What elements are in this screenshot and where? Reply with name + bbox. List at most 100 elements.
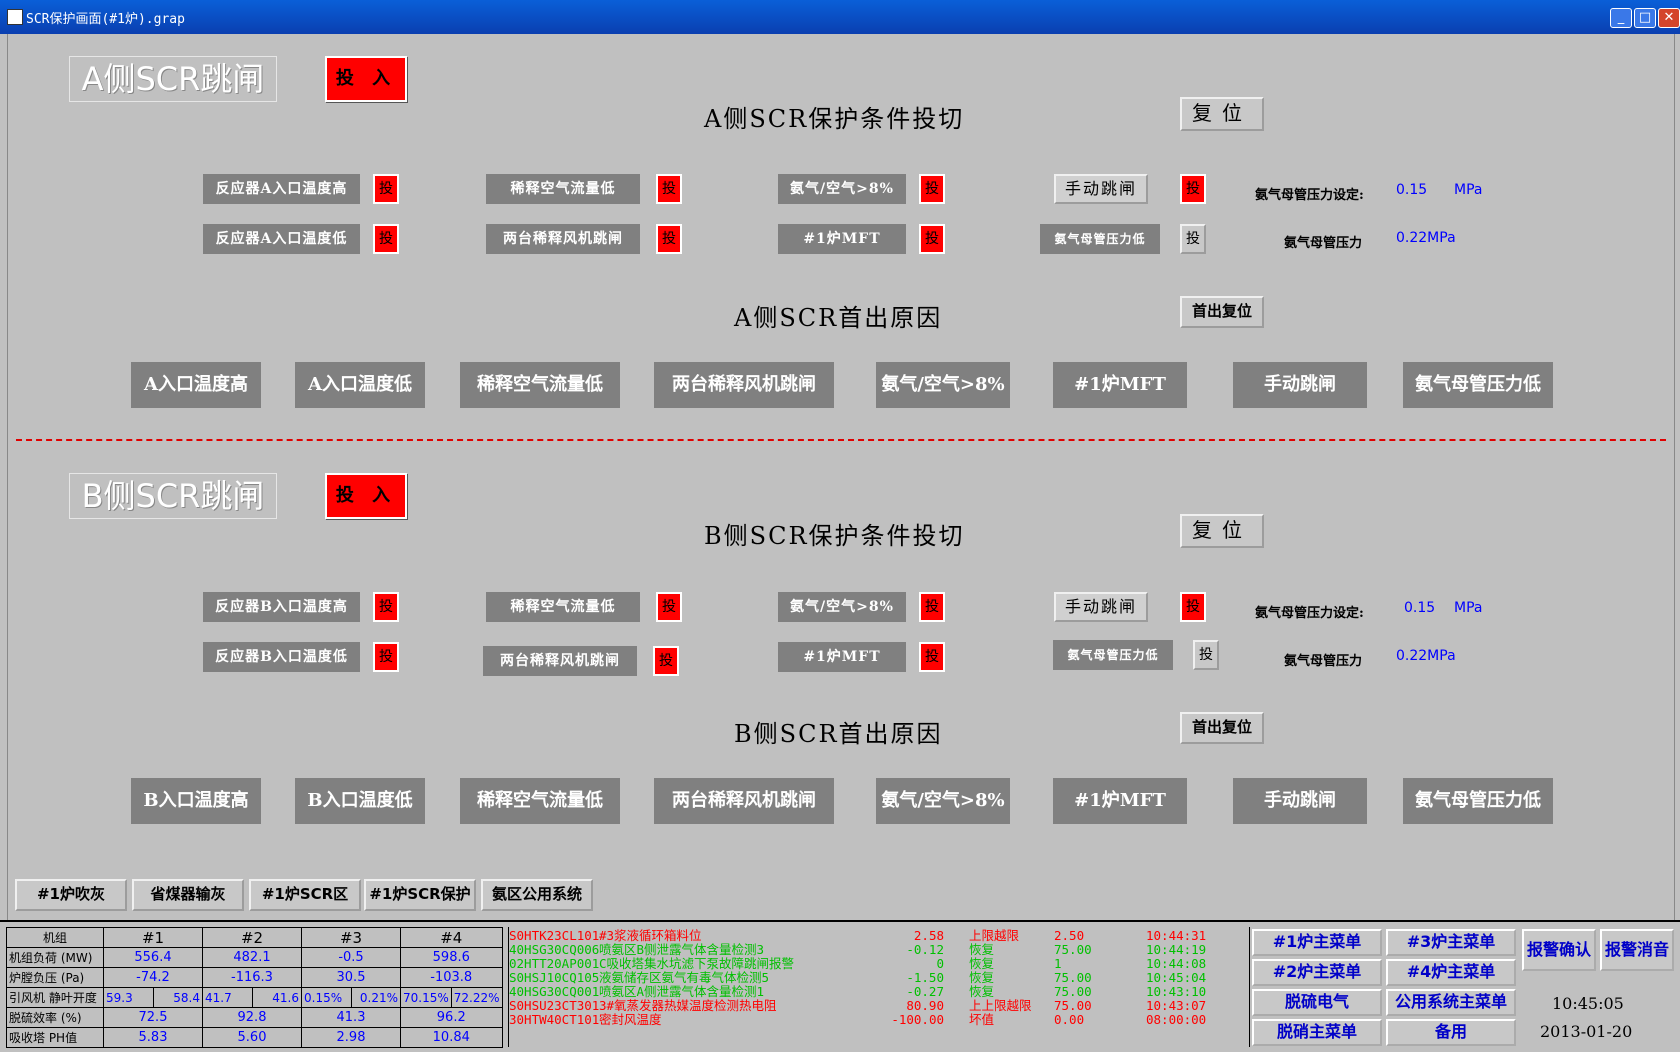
row-label: 机组负荷 (MW) bbox=[6, 947, 104, 968]
side-b-cond-toggle[interactable]: 投 bbox=[919, 592, 945, 622]
cell-value: 96.2 bbox=[400, 1007, 503, 1028]
side-a-cond-toggle[interactable]: 投 bbox=[373, 224, 399, 254]
side-b-cond-label: #1炉MFT bbox=[778, 642, 906, 672]
table-header: #3 bbox=[301, 927, 401, 948]
side-a-cond-toggle[interactable]: 投 bbox=[373, 174, 399, 204]
side-b-first-reset-button[interactable]: 首出复位 bbox=[1180, 712, 1264, 744]
table-row: 吸收塔 PH值 5.83 5.60 2.98 10.84 bbox=[6, 1027, 503, 1048]
alarm-time: 10:43:10 bbox=[1146, 984, 1207, 999]
menu-spare-button[interactable]: 备用 bbox=[1386, 1019, 1516, 1046]
alarm-list[interactable]: S0HTK23CL101 #3浆液循环箱料位 2.58 上限越限 2.50 10… bbox=[508, 927, 1250, 1047]
cell-value: 556.4 bbox=[103, 947, 203, 968]
side-a-title: A侧SCR跳闸 bbox=[69, 56, 277, 102]
side-b-first-cause: 两台稀释风机跳闸 bbox=[654, 778, 834, 824]
side-b-enable-button[interactable]: 投 入 bbox=[325, 473, 407, 519]
cell-value: 41.7 bbox=[202, 987, 253, 1008]
side-b-pressure-set-value: 0.15 bbox=[1404, 600, 1436, 616]
side-a-cond-toggle[interactable]: 投 bbox=[656, 174, 682, 204]
alarm-time: 10:44:31 bbox=[1146, 928, 1207, 943]
alarm-status: 上上限越限 bbox=[969, 998, 1032, 1013]
alarm-time: 10:44:19 bbox=[1146, 942, 1207, 957]
alarm-silence-button[interactable]: 报警消音 bbox=[1600, 929, 1674, 971]
side-a-cond-toggle[interactable]: 投 bbox=[656, 224, 682, 254]
side-a-manual-trip-button[interactable]: 手动跳闸 bbox=[1054, 174, 1148, 204]
cell-value: 5.60 bbox=[202, 1027, 302, 1048]
side-a-cond-toggle[interactable]: 投 bbox=[1180, 174, 1206, 204]
alarm-status: 恢复 bbox=[969, 956, 995, 971]
menu-unit2-button[interactable]: #2炉主菜单 bbox=[1252, 959, 1382, 986]
side-a-enable-button[interactable]: 投 入 bbox=[325, 56, 407, 102]
cell-value: 5.83 bbox=[103, 1027, 203, 1048]
table-row: 炉膛负压 (Pa) -74.2 -116.3 30.5 -103.8 bbox=[6, 967, 503, 988]
menu-unit3-button[interactable]: #3炉主菜单 bbox=[1386, 929, 1516, 956]
cell-value: 0.21% bbox=[350, 987, 401, 1008]
side-a-cond-label: 两台稀释风机跳闸 bbox=[486, 224, 640, 254]
alarm-limit: 75.00 bbox=[1054, 942, 1092, 957]
table-header: #4 bbox=[400, 927, 503, 948]
table-header: #1 bbox=[103, 927, 203, 948]
menu-denitration-button[interactable]: 脱硝主菜单 bbox=[1252, 1019, 1382, 1046]
clock-date: 2013-01-20 bbox=[1540, 1022, 1633, 1041]
alarm-time: 10:43:07 bbox=[1146, 998, 1207, 1013]
menu-unit4-button[interactable]: #4炉主菜单 bbox=[1386, 959, 1516, 986]
table-row: 引风机 静叶开度 59.3 58.4 41.7 41.6 0.15% 0.21%… bbox=[6, 987, 503, 1008]
nav-soot-blowing-button[interactable]: #1炉吹灰 bbox=[15, 879, 127, 911]
side-a-cond-toggle[interactable]: 投 bbox=[1180, 224, 1206, 254]
cell-value: 59.3 bbox=[103, 987, 154, 1008]
close-icon[interactable]: ✕ bbox=[1658, 8, 1680, 28]
cell-value: -0.5 bbox=[301, 947, 401, 968]
section-divider bbox=[16, 439, 1666, 441]
nav-ammonia-system-button[interactable]: 氨区公用系统 bbox=[481, 879, 593, 911]
side-a-first-reset-button[interactable]: 首出复位 bbox=[1180, 296, 1264, 328]
cell-value: 70.15% bbox=[400, 987, 452, 1008]
side-a-cond-label: 反应器A入口温度低 bbox=[203, 224, 360, 254]
side-b-cond-title: B侧SCR保护条件投切 bbox=[704, 522, 965, 550]
row-label: 炉膛负压 (Pa) bbox=[6, 967, 104, 988]
alarm-ack-button[interactable]: 报警确认 bbox=[1522, 929, 1596, 971]
side-b-manual-trip-button[interactable]: 手动跳闸 bbox=[1054, 592, 1148, 622]
side-b-pressure-label: 氨气母管压力 bbox=[1284, 654, 1363, 669]
cell-value: 0.15% bbox=[301, 987, 352, 1008]
status-panel: 机组 #1 #2 #3 #4 机组负荷 (MW) 556.4 482.1 -0.… bbox=[0, 920, 1680, 1052]
side-a-first-cause: A入口温度高 bbox=[131, 362, 261, 408]
nav-economizer-ash-button[interactable]: 省煤器输灰 bbox=[132, 879, 244, 911]
side-b-reset-button[interactable]: 复位 bbox=[1180, 514, 1264, 548]
menu-common-system-button[interactable]: 公用系统主菜单 bbox=[1386, 989, 1516, 1016]
side-b-cond-toggle[interactable]: 投 bbox=[373, 592, 399, 622]
side-b-cond-toggle[interactable]: 投 bbox=[1193, 640, 1219, 670]
side-a-pressure-set-unit: MPa bbox=[1454, 182, 1483, 198]
side-a-first-cause: 氨气/空气>8% bbox=[876, 362, 1010, 408]
cell-value: 72.22% bbox=[450, 987, 503, 1008]
alarm-limit: 1 bbox=[1054, 956, 1062, 971]
menu-desulfur-electric-button[interactable]: 脱硫电气 bbox=[1252, 989, 1382, 1016]
alarm-tag: 30HTW40CT101 bbox=[509, 1012, 600, 1027]
side-a-cond-toggle[interactable]: 投 bbox=[919, 174, 945, 204]
alarm-limit: 0.00 bbox=[1054, 1012, 1085, 1027]
maximize-icon[interactable]: □ bbox=[1634, 8, 1656, 28]
side-b-first-title: B侧SCR首出原因 bbox=[734, 720, 943, 748]
nav-scr-area-button[interactable]: #1炉SCR区 bbox=[249, 879, 361, 911]
nav-scr-protection-button[interactable]: #1炉SCR保护 bbox=[364, 879, 476, 911]
menu-unit1-button[interactable]: #1炉主菜单 bbox=[1252, 929, 1382, 956]
side-a-first-cause: 两台稀释风机跳闸 bbox=[654, 362, 834, 408]
side-b-cond-toggle[interactable]: 投 bbox=[653, 646, 679, 676]
side-b-cond-label: 反应器B入口温度低 bbox=[203, 642, 360, 672]
side-b-cond-toggle[interactable]: 投 bbox=[919, 642, 945, 672]
side-a-first-cause: 手动跳闸 bbox=[1233, 362, 1367, 408]
side-b-cond-toggle[interactable]: 投 bbox=[656, 592, 682, 622]
side-b-cond-toggle[interactable]: 投 bbox=[1180, 592, 1206, 622]
side-a-reset-button[interactable]: 复位 bbox=[1180, 97, 1264, 131]
side-b-first-cause: 氨气/空气>8% bbox=[876, 778, 1010, 824]
alarm-status: 坏值 bbox=[969, 1012, 995, 1027]
alarm-desc: 液氨储存区氨气有毒气体检测5 bbox=[599, 970, 770, 985]
alarm-value: -1.50 bbox=[906, 970, 944, 985]
side-a-cond-toggle[interactable]: 投 bbox=[919, 224, 945, 254]
minimize-icon[interactable]: _ bbox=[1610, 8, 1632, 28]
side-a-pressure-set-value: 0.15 bbox=[1396, 182, 1428, 198]
alarm-tag: S0HSJ10CQ105 bbox=[509, 970, 600, 985]
side-a-pressure-label: 氨气母管压力 bbox=[1284, 236, 1363, 251]
alarm-desc: 密封风温度 bbox=[599, 1012, 662, 1027]
clock-time: 10:45:05 bbox=[1552, 994, 1624, 1013]
alarm-desc: 喷氨区B侧泄露气体含量检测3 bbox=[599, 942, 765, 957]
side-b-cond-toggle[interactable]: 投 bbox=[373, 642, 399, 672]
